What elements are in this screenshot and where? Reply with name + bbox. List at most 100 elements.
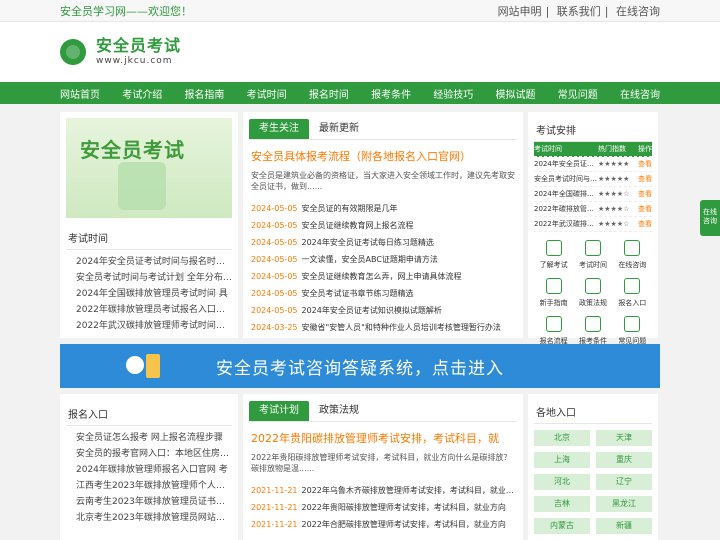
news-title: 2024年安全员证考试每日练习题精选 [301, 238, 434, 247]
list-item[interactable]: 2022年武汉碳排放管理师考试时间目前 [66, 318, 232, 334]
headline-link[interactable]: 2022年贵阳碳排放管理师考试安排，考试科目，就 [251, 430, 515, 446]
region-beijing[interactable]: 北京 [534, 430, 590, 446]
link-online-consult[interactable]: 在线咨询 [616, 5, 660, 18]
region-jilin[interactable]: 吉林 [534, 496, 590, 512]
news-item[interactable]: 2021-11-21 2022年合肥碳排放管理师考试安排，考试科目，就业方向 [251, 516, 515, 533]
region-shanghai[interactable]: 上海 [534, 452, 590, 468]
nav-home[interactable]: 网站首页 [60, 86, 100, 101]
quick-link-learn-exam[interactable]: 了解考试 [534, 236, 573, 274]
news-list: 2024-05-05 安全员证的有效期限是几年 2024-05-05 安全员证继续教… [251, 200, 515, 336]
news-title: 2024年安全员证考试知识模拟试题解析 [301, 306, 442, 315]
site-header: 安全员考试 www.jkcu.com [0, 22, 720, 82]
news-item[interactable]: 2024-05-05 安全员证继续教育怎么弄，网上申请具体流程 [251, 268, 515, 285]
tab-latest-updates[interactable]: 最新更新 [309, 119, 369, 139]
news-date: 2024-05-05 [251, 272, 298, 281]
nav-exam-intro[interactable]: 考试介绍 [122, 86, 162, 101]
table-row: 2024年全国碳排放管理 ★★★★☆ 查看 [534, 187, 652, 202]
news-date: 2024-05-05 [251, 255, 298, 264]
region-heilongjiang[interactable]: 黑龙江 [596, 496, 652, 512]
news-item[interactable]: 2024-03-25 安徽省"安管人员"和特种作业人员培训考核管理暂行办法 [251, 319, 515, 336]
link-contact-us[interactable]: 联系我们 [557, 5, 601, 18]
row-stars: ★★★★★ [598, 160, 630, 168]
row-name[interactable]: 2022年武汉碳排放管 [534, 217, 598, 231]
table-row: 安全员考试时间与考试 ★★★★★ 查看 [534, 172, 652, 187]
bottom-row: 报名入口 安全员证怎么报考 网上报名流程步骤 安全员的报考官网入口：本地区住房和… [60, 394, 660, 540]
row-name[interactable]: 安全员考试时间与考试 [534, 172, 598, 186]
top-row: 安全员考试 考试时间 2024年安全员证考试时间与报名时间新 安全员考试时间与考… [60, 112, 660, 345]
quick-link-policy[interactable]: 政策法规 [573, 274, 612, 312]
news-item[interactable]: 2024-05-05 一文读懂，安全员ABC证题期申请方法 [251, 251, 515, 268]
quick-link-online-consult[interactable]: 在线咨询 [613, 236, 652, 274]
floating-consult-button[interactable]: 在线咨询 [700, 200, 720, 236]
region-hebei[interactable]: 河北 [534, 474, 590, 490]
row-stars: ★★★★☆ [598, 220, 630, 228]
nav-registration-time[interactable]: 报名时间 [309, 86, 349, 101]
region-chongqing[interactable]: 重庆 [596, 452, 652, 468]
row-view-link[interactable]: 查看 [634, 217, 652, 231]
nav-registration-guide[interactable]: 报名指南 [184, 86, 224, 101]
bottom-tabs: 考试计划 政策法规 [249, 400, 517, 422]
tab-policy[interactable]: 政策法规 [309, 401, 369, 421]
news-title: 一文读懂，安全员ABC证题期申请方法 [301, 255, 438, 264]
regions-panel: 各地入口 北京 天津 上海 重庆 河北 辽宁 吉林 黑龙江 内蒙古 新疆 [528, 394, 658, 540]
region-xinjiang[interactable]: 新疆 [596, 518, 652, 534]
news-item[interactable]: 2024-05-05 2024年安全员证考试知识模拟试题解析 [251, 302, 515, 319]
header-exam-time: 考试时间 [534, 145, 562, 153]
consult-banner[interactable]: 安全员考试咨询答疑系统，点击进入 [60, 344, 660, 388]
row-view-link[interactable]: 查看 [634, 187, 652, 201]
row-view-link[interactable]: 查看 [634, 202, 652, 216]
quick-links-grid: 了解考试 考试时间 在线咨询 新手指南 政策法规 报名入口 报名流程 报考条件 … [534, 236, 652, 350]
news-title: 安全员证继续教育网上报名流程 [301, 221, 414, 230]
clock-icon [584, 240, 601, 256]
region-liaoning[interactable]: 辽宁 [596, 474, 652, 490]
nav-requirements[interactable]: 报考条件 [371, 86, 411, 101]
top-bar: 安全员学习网——欢迎您！ 网站申明 | 联系我们 | 在线咨询 [0, 0, 720, 22]
news-item[interactable]: 2024-05-05 安全员证的有效期限是几年 [251, 200, 515, 217]
row-name[interactable]: 2024年安全员证考试 [534, 157, 598, 171]
row-name[interactable]: 2024年全国碳排放管理 [534, 187, 598, 201]
nav-tips[interactable]: 经验技巧 [433, 86, 473, 101]
link-site-statement[interactable]: 网站申明 [498, 5, 542, 18]
row-stars: ★★★★★ [598, 175, 630, 183]
exam-banner[interactable]: 安全员考试 [66, 118, 232, 218]
quick-link-exam-time[interactable]: 考试时间 [573, 236, 612, 274]
headline-link[interactable]: 安全员具体报考流程（附各地报名入口官网） [251, 148, 515, 164]
chat-icon [624, 240, 641, 256]
logo-icon[interactable] [60, 39, 86, 65]
row-view-link[interactable]: 查看 [634, 157, 652, 171]
region-neimenggu[interactable]: 内蒙古 [534, 518, 590, 534]
list-item[interactable]: 2022年碳排放管理员考试报名入口已更 [66, 302, 232, 318]
list-item[interactable]: 安全员证怎么报考 网上报名流程步骤 [66, 430, 232, 446]
nav-online-consult[interactable]: 在线咨询 [620, 86, 660, 101]
list-item[interactable]: 安全员的报考官网入口：本地区住房和城乡 [66, 446, 232, 462]
list-item[interactable]: 2024年安全员证考试时间与报名时间新 [66, 254, 232, 270]
region-tianjin[interactable]: 天津 [596, 430, 652, 446]
headline-desc: 安全员是建筑业必备的资格证，当大家进入安全领域工作时，建议先考取安全员证书，做到… [251, 171, 515, 191]
list-item[interactable]: 北京考生2023年碳排放管理员网站报名 [66, 510, 232, 526]
quick-link-registration[interactable]: 报名入口 [613, 274, 652, 312]
row-view-link[interactable]: 查看 [634, 172, 652, 186]
nav-faq[interactable]: 常见问题 [558, 86, 598, 101]
shield-icon [118, 162, 166, 210]
tab-candidate-focus[interactable]: 考生关注 [249, 118, 309, 139]
news-item[interactable]: 2024-05-05 安全员考试证书章节练习题精选 [251, 285, 515, 302]
nav-exam-time[interactable]: 考试时间 [247, 86, 287, 101]
news-item[interactable]: 2024-05-05 2024年安全员证考试每日练习题精选 [251, 234, 515, 251]
banner-title: 安全员考试 [80, 138, 185, 162]
news-title: 安全员考试证书章节练习题精选 [301, 289, 414, 298]
row-name[interactable]: 2022年碳排放管理员 [534, 202, 598, 216]
tab-exam-plan[interactable]: 考试计划 [249, 400, 309, 421]
logo[interactable]: 安全员考试 www.jkcu.com [96, 38, 181, 66]
news-item[interactable]: 2024-05-05 安全员证继续教育网上报名流程 [251, 217, 515, 234]
quick-link-label: 了解考试 [539, 261, 568, 269]
consult-banner-text: 安全员考试咨询答疑系统，点击进入 [216, 358, 504, 379]
list-item[interactable]: 2024年全国碳排放管理员考试时间 具 [66, 286, 232, 302]
list-item[interactable]: 2024年碳排放管理师报名入口官网 考 [66, 462, 232, 478]
quick-link-beginner-guide[interactable]: 新手指南 [534, 274, 573, 312]
nav-mock-tests[interactable]: 模拟试题 [496, 86, 536, 101]
list-item[interactable]: 安全员考试时间与考试计划 全年分布情况 [66, 270, 232, 286]
list-item[interactable]: 江西考生2023年碳排放管理师个人报名 [66, 478, 232, 494]
news-item[interactable]: 2021-11-21 2022年贵阳碳排放管理师考试安排，考试科目，就业方向 [251, 499, 515, 516]
news-item[interactable]: 2021-11-21 2022年乌鲁木齐碳排放管理师考试安排，考试科目，就业方向 [251, 482, 515, 499]
list-item[interactable]: 云南考生2023年碳排放管理员证书个人 [66, 494, 232, 510]
